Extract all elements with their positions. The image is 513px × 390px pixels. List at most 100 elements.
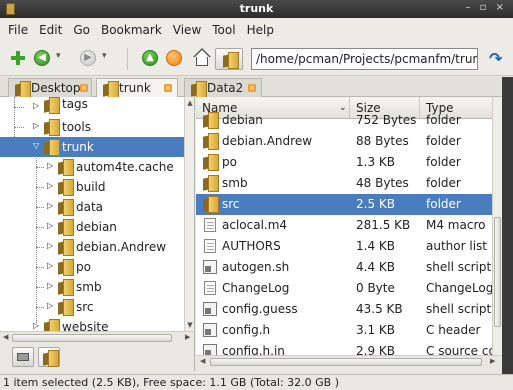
- tab-desktop[interactable]: Desktop ×: [8, 78, 92, 98]
- file-row[interactable]: po 1.3 KB folder: [196, 152, 502, 173]
- folder-icon: [203, 175, 219, 192]
- places-view-button[interactable]: [12, 347, 34, 367]
- tab-data2[interactable]: Data2 ×: [184, 78, 262, 98]
- script-file-icon: [203, 323, 217, 337]
- tree-item-website[interactable]: ▷ website: [0, 317, 184, 331]
- expander-icon[interactable]: ▷: [47, 241, 54, 251]
- scroll-left-icon[interactable]: ◀: [3, 333, 8, 341]
- menu-bar: File Edit Go Bookmark View Tool Help: [0, 18, 513, 42]
- script-file-icon: [203, 344, 217, 355]
- file-row[interactable]: debian 752 Bytes folder: [196, 110, 502, 131]
- location-input[interactable]: /home/pcman/Projects/pcmanfm/trunk: [251, 48, 478, 70]
- file-row[interactable]: debian.Andrew 88 Bytes folder: [196, 131, 502, 152]
- forward-arrow-icon: ▶: [84, 52, 92, 63]
- expander-icon[interactable]: ▷: [47, 301, 54, 311]
- tab-close-icon[interactable]: ×: [164, 84, 172, 92]
- file-row[interactable]: config.guess 43.5 KB shell script: [196, 299, 502, 320]
- forward-history-dropdown[interactable]: ▾: [102, 51, 107, 61]
- text-file-icon: [204, 239, 216, 253]
- side-pane-switcher: [0, 343, 195, 371]
- scroll-right-icon[interactable]: ▶: [490, 357, 495, 365]
- folder-icon: [44, 319, 60, 331]
- menu-help[interactable]: Help: [247, 23, 274, 37]
- tree-item-tools[interactable]: ▷ tools: [0, 117, 184, 137]
- scroll-down-icon[interactable]: ▼: [186, 320, 194, 330]
- toolbar: ◀ ▾ ▶ ▾ ▲ /home/pcman/Projects/pcmanfm/t…: [0, 42, 513, 76]
- new-tab-icon[interactable]: [10, 50, 26, 66]
- menu-view[interactable]: View: [173, 23, 201, 37]
- scrollbar-thumb[interactable]: [210, 358, 482, 366]
- tab-trunk[interactable]: trunk ×: [96, 78, 178, 98]
- computer-icon: [17, 353, 29, 361]
- file-list[interactable]: Name ⌄ Size Type debian 752 Bytes folder…: [196, 97, 502, 355]
- expander-icon[interactable]: ▷: [33, 121, 40, 131]
- tree-item-smb[interactable]: ▷ smb: [0, 277, 184, 297]
- directory-tree[interactable]: ▷ tags ▷ tools ▽ trunk ▷ autom4te.cache …: [0, 97, 195, 331]
- tree-horizontal-scrollbar[interactable]: ◀ ▶: [0, 331, 195, 343]
- file-list-horizontal-scrollbar[interactable]: ◀ ▶: [196, 355, 502, 367]
- expander-icon[interactable]: ▷: [47, 201, 54, 211]
- title-bar: trunk – ▫ ×: [0, 0, 513, 18]
- file-row[interactable]: smb 48 Bytes folder: [196, 173, 502, 194]
- menu-tool[interactable]: Tool: [212, 23, 235, 37]
- expander-icon[interactable]: ▷: [33, 321, 40, 331]
- folder-icon: [191, 81, 207, 98]
- tree-item-debian-andrew[interactable]: ▷ debian.Andrew: [0, 237, 184, 257]
- file-row[interactable]: config.h 3.1 KB C header: [196, 320, 502, 341]
- tab-close-icon[interactable]: ×: [80, 84, 88, 92]
- tab-label: Data2: [207, 81, 244, 95]
- back-button[interactable]: ◀: [34, 50, 50, 66]
- file-list-vertical-scrollbar[interactable]: [492, 97, 502, 355]
- scroll-right-icon[interactable]: ▶: [185, 333, 190, 341]
- scroll-left-icon[interactable]: ◀: [200, 357, 205, 365]
- directory-tree-view-button[interactable]: [38, 347, 60, 367]
- expander-icon[interactable]: ▷: [47, 261, 54, 271]
- scrollbar-thumb[interactable]: [494, 217, 501, 327]
- up-button[interactable]: ▲: [142, 50, 158, 66]
- tree-item-src[interactable]: ▷ src: [0, 297, 184, 317]
- tree-item-data[interactable]: ▷ data: [0, 197, 184, 217]
- go-icon[interactable]: ↷: [489, 51, 505, 67]
- tree-item-build[interactable]: ▷ build: [0, 177, 184, 197]
- tree-vertical-scrollbar[interactable]: ▲ ▼: [184, 97, 194, 331]
- expander-icon[interactable]: ▷: [47, 161, 54, 171]
- status-bar: 1 item selected (2.5 KB), Free space: 1.…: [0, 374, 513, 390]
- menu-bookmark[interactable]: Bookmark: [101, 23, 162, 37]
- tree-item-trunk[interactable]: ▽ trunk: [0, 137, 184, 157]
- reload-button[interactable]: [166, 50, 182, 66]
- menu-file[interactable]: File: [8, 23, 28, 37]
- toolbar-separator: [127, 48, 128, 70]
- scroll-up-icon[interactable]: ▲: [186, 98, 194, 108]
- tab-label: Desktop: [31, 81, 81, 95]
- tree-item-debian[interactable]: ▷ debian: [0, 217, 184, 237]
- file-row[interactable]: ChangeLog 0 Byte ChangeLog document: [196, 278, 502, 299]
- expander-icon[interactable]: ▽: [33, 141, 40, 151]
- forward-button[interactable]: ▶: [80, 50, 96, 66]
- back-history-dropdown[interactable]: ▾: [56, 51, 61, 61]
- expander-icon[interactable]: ▷: [47, 181, 54, 191]
- menu-edit[interactable]: Edit: [39, 23, 62, 37]
- path-bar-toggle-button[interactable]: [215, 48, 243, 70]
- scrollbar-thumb[interactable]: [12, 334, 172, 342]
- expander-icon[interactable]: ▷: [33, 101, 40, 111]
- tab-close-icon[interactable]: ×: [248, 84, 256, 92]
- expander-icon[interactable]: ▷: [47, 221, 54, 231]
- folder-icon: [58, 179, 74, 196]
- expander-icon[interactable]: ▷: [47, 281, 54, 291]
- window-controls[interactable]: – ▫ ×: [465, 2, 507, 13]
- up-arrow-icon: ▲: [146, 52, 154, 63]
- file-row-selected[interactable]: src 2.5 KB folder: [196, 194, 502, 215]
- folder-icon: [203, 133, 219, 150]
- tree-item-tags[interactable]: ▷ tags: [0, 97, 184, 117]
- folder-icon: [58, 239, 74, 256]
- tree-item-po[interactable]: ▷ po: [0, 257, 184, 277]
- tab-label: trunk: [119, 81, 151, 95]
- file-row[interactable]: autogen.sh 4.4 KB shell script: [196, 257, 502, 278]
- home-icon[interactable]: [192, 48, 212, 68]
- file-row[interactable]: aclocal.m4 281.5 KB M4 macro: [196, 215, 502, 236]
- menu-go[interactable]: Go: [73, 23, 90, 37]
- file-row[interactable]: config.h.in 2.9 KB C source code: [196, 341, 502, 355]
- folder-icon: [58, 159, 74, 176]
- file-row[interactable]: AUTHORS 1.4 KB author list: [196, 236, 502, 257]
- tree-item-autom4te-cache[interactable]: ▷ autom4te.cache: [0, 157, 184, 177]
